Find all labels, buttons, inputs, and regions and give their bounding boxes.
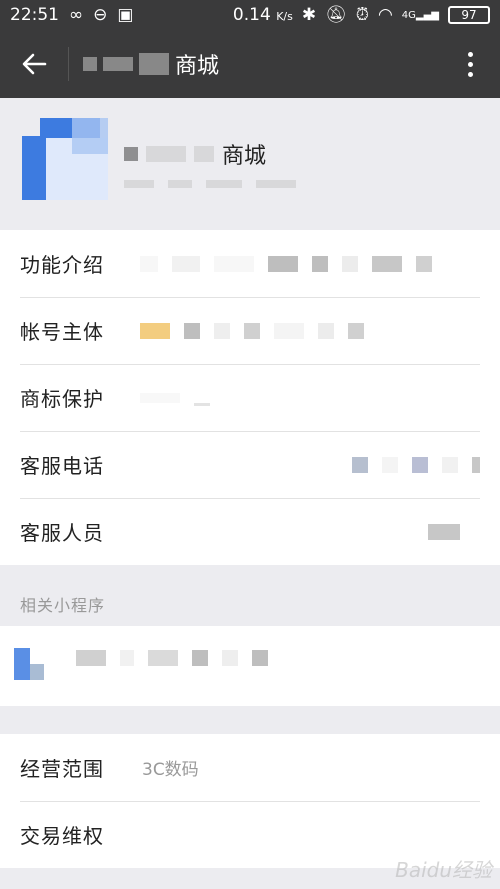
mini-program-icon-part xyxy=(30,664,44,680)
blurred-text xyxy=(83,57,97,71)
status-time: 22:51 xyxy=(10,5,59,25)
bluetooth-icon: ✱ xyxy=(301,5,317,25)
app-notification-icon: ⊖ xyxy=(93,5,108,25)
blurred-value xyxy=(140,255,432,272)
blurred-text xyxy=(256,180,296,188)
info-row-label: 客服电话 xyxy=(20,454,104,478)
profile-header: 商城 xyxy=(0,98,500,230)
business-scope-value: 3C数码 xyxy=(142,760,199,780)
mute-icon: 🔕︎ xyxy=(325,5,347,25)
blurred-value xyxy=(352,456,480,473)
blurred-text xyxy=(124,147,138,161)
infinity-icon: ∞ xyxy=(69,5,84,25)
blurred-value xyxy=(140,389,210,406)
info-row-trademark[interactable]: 商标保护 xyxy=(0,364,500,431)
app-bar-title-group: 商城 xyxy=(69,48,219,80)
blurred-text xyxy=(124,180,154,188)
blurred-value xyxy=(428,523,460,540)
info-row-label: 客服人员 xyxy=(20,521,104,545)
business-card: 经营范围 3C数码 交易维权 xyxy=(0,734,500,868)
profile-name: 商城 xyxy=(222,144,267,169)
blurred-text xyxy=(103,57,133,71)
info-row-service-staff[interactable]: 客服人员 xyxy=(0,498,500,565)
blurred-text xyxy=(146,146,186,162)
status-bar: 22:51 ∞ ⊖ ▣ 0.14 K/s ✱ 🔕︎ ⏰︎ ◠ 4G▂▄▆ 97 xyxy=(0,0,500,30)
app-bar: 商城 xyxy=(0,30,500,98)
info-row-label: 功能介绍 xyxy=(20,253,104,277)
alarm-icon: ⏰︎ xyxy=(355,5,369,25)
back-arrow-icon[interactable] xyxy=(0,30,68,98)
app-bar-title: 商城 xyxy=(175,54,220,79)
signal-icon: 4G▂▄▆ xyxy=(401,9,439,21)
business-scope-row[interactable]: 经营范围 3C数码 xyxy=(0,734,500,801)
blurred-text xyxy=(194,146,214,162)
wifi-icon: ◠ xyxy=(377,5,393,25)
info-row-label: 帐号主体 xyxy=(20,320,104,344)
mini-program-icon xyxy=(14,648,30,680)
profile-name-group: 商城 xyxy=(124,138,266,170)
blurred-text xyxy=(76,650,268,666)
info-row-intro[interactable]: 功能介绍 xyxy=(0,230,500,297)
related-mini-programs-label: 相关小程序 xyxy=(20,596,106,615)
info-row-phone[interactable]: 客服电话 xyxy=(0,431,500,498)
business-scope-label: 经营范围 xyxy=(20,757,104,781)
watermark: Baidu经验 xyxy=(395,858,492,882)
info-row-owner[interactable]: 帐号主体 xyxy=(0,297,500,364)
image-notification-icon: ▣ xyxy=(117,5,134,25)
battery-icon: 97 xyxy=(448,6,490,24)
more-options-icon[interactable] xyxy=(440,30,500,98)
info-row-label: 商标保护 xyxy=(20,387,104,411)
profile-subtitle xyxy=(124,180,296,188)
blurred-value xyxy=(140,322,364,339)
mini-program-logo xyxy=(22,118,108,204)
blurred-text xyxy=(168,180,192,188)
blurred-text xyxy=(139,53,169,75)
related-mini-program-item[interactable] xyxy=(0,626,500,706)
transaction-rights-label: 交易维权 xyxy=(20,824,104,848)
info-card: 功能介绍 帐号主体 商标保护 客服电话 客服人员 xyxy=(0,230,500,565)
blurred-text xyxy=(206,180,242,188)
network-speed: 0.14 K/s xyxy=(232,5,293,25)
